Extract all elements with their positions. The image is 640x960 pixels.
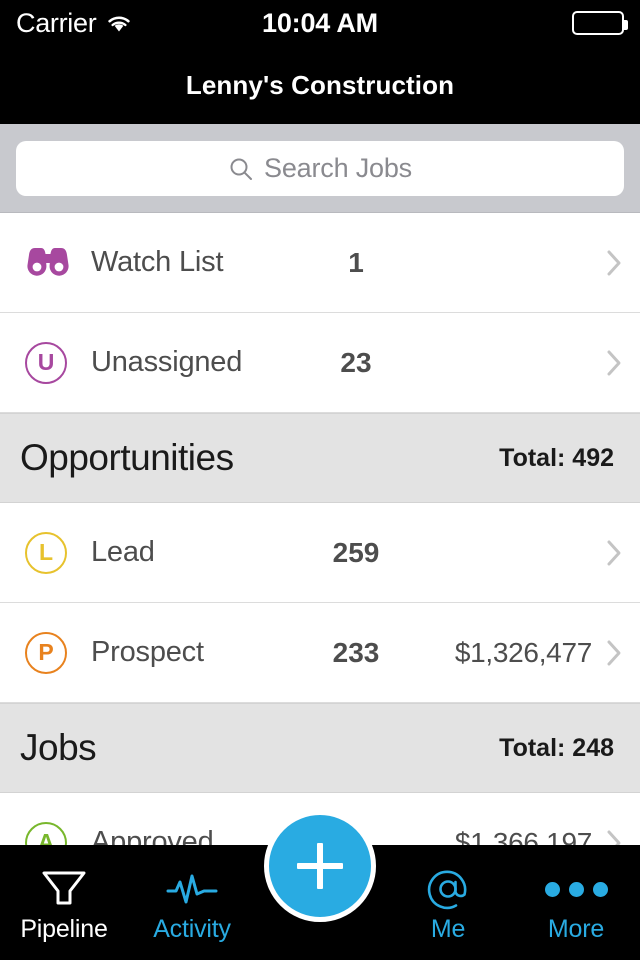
at-icon <box>425 867 471 911</box>
letter-badge-icon-u: U <box>25 341 91 384</box>
section-title: Opportunities <box>20 437 234 478</box>
section-header-jobs: Jobs Total: 248 <box>0 703 640 793</box>
section-total: Total: 248 <box>499 733 614 762</box>
tab-activity[interactable]: Activity <box>128 845 256 960</box>
carrier-label: Carrier <box>16 7 97 38</box>
chevron-right-icon <box>606 639 622 667</box>
tab-pipeline[interactable]: Pipeline <box>0 845 128 960</box>
ellipsis-icon <box>544 867 608 911</box>
section-total: Total: 492 <box>499 443 614 472</box>
list-item-watch-list[interactable]: Watch List 1 <box>0 213 640 313</box>
list-item-count: 259 <box>332 536 380 568</box>
list-item-count: 1 <box>348 246 364 278</box>
funnel-icon <box>40 867 88 911</box>
badge-letter: U <box>25 341 67 384</box>
list-item-count: 23 <box>340 346 372 378</box>
tab-label: Activity <box>153 915 231 943</box>
chevron-right-icon <box>606 349 622 377</box>
badge-letter: P <box>25 631 67 674</box>
list-item-label: Watch List <box>91 246 224 278</box>
section-title: Jobs <box>20 727 97 768</box>
tab-label: More <box>547 915 605 943</box>
list-item-unassigned[interactable]: U Unassigned 23 <box>0 313 640 413</box>
list-item-amount: $1,326,477 <box>454 636 592 668</box>
list-item-label: Unassigned <box>91 346 243 378</box>
search-input[interactable]: Search Jobs <box>264 153 412 184</box>
pulse-icon <box>166 867 218 911</box>
list-item-label: Prospect <box>91 636 204 668</box>
list-item-lead[interactable]: L Lead 259 <box>0 503 640 603</box>
tab-label: Pipeline <box>20 915 108 943</box>
tab-label: Me <box>430 915 466 943</box>
search-bar[interactable]: Search Jobs <box>16 141 624 196</box>
list-item-count: 233 <box>332 636 380 668</box>
letter-badge-icon-l: L <box>25 531 91 574</box>
battery-full-icon <box>572 11 628 35</box>
nav-bar: Lenny's Construction <box>0 46 640 124</box>
status-bar: Carrier 10:04 AM <box>0 0 640 46</box>
chevron-right-icon <box>606 539 622 567</box>
status-bar-left: Carrier <box>16 8 132 39</box>
binoculars-icon <box>25 246 91 280</box>
tab-more[interactable]: More <box>512 845 640 960</box>
letter-badge-icon-p: P <box>25 631 91 674</box>
chevron-right-icon <box>606 249 622 277</box>
pipeline-list: Watch List 1 U Unassigned 23 Opportuniti… <box>0 213 640 893</box>
wifi-icon <box>106 13 132 33</box>
status-bar-right <box>572 11 628 35</box>
section-header-opportunities: Opportunities Total: 492 <box>0 413 640 503</box>
tab-me[interactable]: Me <box>384 845 512 960</box>
badge-letter: L <box>25 531 67 574</box>
list-item-prospect[interactable]: P Prospect 233 $1,326,477 <box>0 603 640 703</box>
list-item-label: Lead <box>91 536 155 568</box>
plus-icon <box>297 843 343 889</box>
search-icon <box>228 156 254 182</box>
add-button[interactable] <box>264 810 376 922</box>
search-bar-container: Search Jobs <box>0 124 640 213</box>
page-title: Lenny's Construction <box>185 69 455 100</box>
